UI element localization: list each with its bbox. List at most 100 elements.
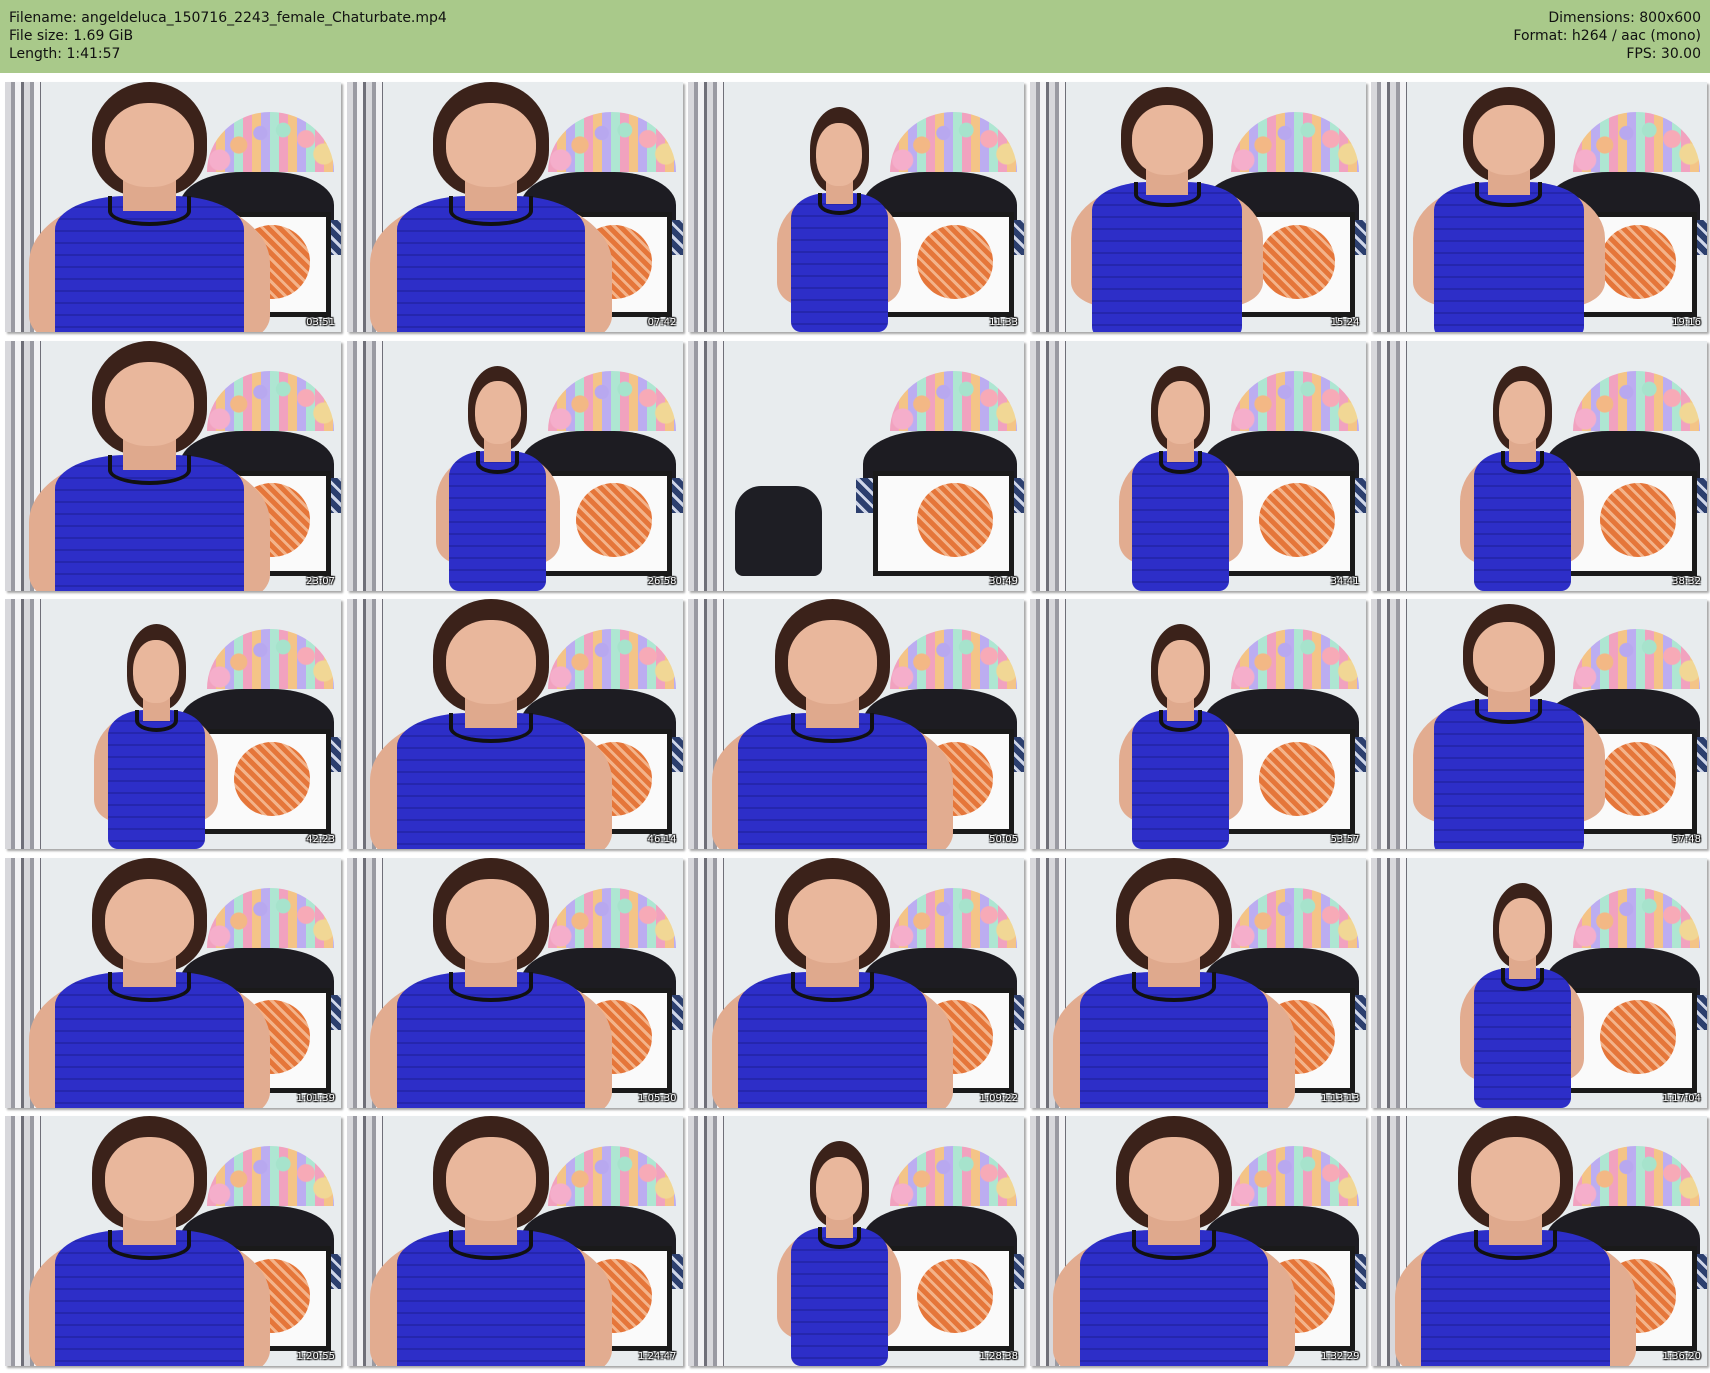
pie-drawing <box>234 741 311 816</box>
pie-drawing <box>917 1258 994 1333</box>
person-figure <box>360 857 622 1108</box>
video-thumbnail[interactable]: 30:49 <box>688 340 1024 591</box>
curtain <box>1371 340 1407 591</box>
thumbnail-image <box>5 82 341 332</box>
person-figure <box>1043 857 1305 1108</box>
thumbnail-timestamp: 50:05 <box>989 834 1018 845</box>
thumbnail-timestamp: 1:13:13 <box>1320 1092 1360 1104</box>
person-figure <box>18 857 280 1108</box>
thumbnail-timestamp: 42:23 <box>306 834 335 845</box>
video-thumbnail[interactable]: 1:13:13 <box>1029 857 1366 1108</box>
video-thumbnail[interactable]: 34:41 <box>1029 340 1366 591</box>
filename-label: Filename: angeldeluca_150716_2243_female… <box>9 10 447 26</box>
thumbnail-image <box>5 340 341 591</box>
thumbnail-image <box>346 1116 683 1366</box>
video-thumbnail[interactable]: 42:23 <box>5 599 341 849</box>
thumbnail-timestamp: 53:57 <box>1330 834 1360 845</box>
heart-wall-decor <box>1231 370 1359 431</box>
video-thumbnail[interactable]: 1:01:39 <box>5 857 341 1108</box>
person-figure <box>701 857 963 1108</box>
person-figure <box>772 1141 906 1366</box>
video-thumbnail[interactable]: 1:28:38 <box>688 1116 1024 1366</box>
thumbnail-image <box>1029 599 1366 849</box>
dimensions-label: Dimensions: 800x600 <box>1548 10 1701 26</box>
curtain <box>1029 82 1066 332</box>
thumbnail-timestamp: 46:14 <box>647 834 677 845</box>
thumbnail-image <box>346 857 683 1108</box>
thumbnail-image <box>1029 340 1366 591</box>
thumbnail-timestamp: 15:24 <box>1330 317 1360 328</box>
heart-wall-decor <box>889 112 1018 172</box>
video-thumbnail[interactable]: 11:33 <box>688 82 1024 332</box>
curtain <box>688 1116 724 1366</box>
chair <box>735 485 823 576</box>
video-thumbnail[interactable]: 38:32 <box>1371 340 1707 591</box>
video-thumbnail[interactable]: 46:14 <box>346 599 683 849</box>
person-figure <box>360 82 622 332</box>
pie-drawing <box>917 224 994 299</box>
thumbnail-image <box>1371 340 1707 591</box>
thumbnail-image <box>1029 857 1366 1108</box>
video-thumbnail[interactable]: 53:57 <box>1029 599 1366 849</box>
person-figure <box>701 599 963 849</box>
thumbnail-timestamp: 19:16 <box>1672 317 1701 328</box>
thumbnail-image <box>346 599 683 849</box>
video-thumbnail[interactable]: 1:32:29 <box>1029 1116 1366 1366</box>
person-figure <box>1063 87 1271 332</box>
thumbnail-timestamp: 03:51 <box>306 317 335 328</box>
thumbnail-image <box>346 340 683 591</box>
file-info-right: Dimensions: 800x600 Format: h264 / aac (… <box>1513 9 1701 63</box>
thumbnail-image <box>5 857 341 1108</box>
curtain <box>1371 599 1407 849</box>
thumbnail-timestamp: 1:32:29 <box>1320 1351 1360 1362</box>
video-thumbnail[interactable]: 03:51 <box>5 82 341 332</box>
thumbnail-timestamp: 38:32 <box>1672 575 1701 587</box>
format-label: Format: h264 / aac (mono) <box>1513 28 1701 44</box>
video-thumbnail[interactable]: 1:05:30 <box>346 857 683 1108</box>
thumbnail-image <box>5 599 341 849</box>
video-thumbnail[interactable]: 1:09:22 <box>688 857 1024 1108</box>
pie-drawing <box>1258 483 1335 558</box>
heart-wall-decor <box>548 370 676 431</box>
curtain <box>688 82 724 332</box>
thumbnail-image <box>1029 82 1366 332</box>
thumbnail-image <box>688 1116 1024 1366</box>
thumbnail-timestamp: 57:48 <box>1672 834 1701 845</box>
video-thumbnail[interactable]: 50:05 <box>688 599 1024 849</box>
curtain <box>5 599 41 849</box>
whiteboard-sign <box>872 470 1014 576</box>
video-thumbnail[interactable]: 1:17:04 <box>1371 857 1707 1108</box>
video-thumbnail[interactable]: 57:48 <box>1371 599 1707 849</box>
thumbnail-timestamp: 11:33 <box>989 317 1018 328</box>
thumbnail-timestamp: 07:42 <box>647 317 677 328</box>
person-figure <box>1043 1116 1305 1366</box>
file-info-left: Filename: angeldeluca_150716_2243_female… <box>9 9 447 63</box>
heart-wall-decor <box>206 629 335 689</box>
pie-drawing <box>1258 741 1335 816</box>
person-figure <box>1405 604 1613 849</box>
thumbnail-image <box>688 340 1024 591</box>
thumbnail-image <box>688 82 1024 332</box>
person-figure <box>1405 87 1613 332</box>
thumbnail-timestamp: 1:17:04 <box>1662 1092 1701 1104</box>
thumbnail-grid: 03:51 07:42 11:33 15:24 19:16 23:07 26:58 30:49… <box>5 82 1707 1367</box>
video-thumbnail[interactable]: 26:58 <box>346 340 683 591</box>
curtain <box>1371 82 1407 332</box>
person-figure <box>1114 365 1248 591</box>
pie-drawing <box>1600 1000 1677 1075</box>
video-thumbnail[interactable]: 1:24:47 <box>346 1116 683 1366</box>
person-figure <box>431 365 565 591</box>
thumbnail-timestamp: 30:49 <box>989 575 1018 587</box>
pie-drawing <box>1600 483 1677 558</box>
video-thumbnail[interactable]: 19:16 <box>1371 82 1707 332</box>
video-thumbnail[interactable]: 1:20:55 <box>5 1116 341 1366</box>
video-thumbnail[interactable]: 23:07 <box>5 340 341 591</box>
thumbnail-timestamp: 1:05:30 <box>637 1092 677 1104</box>
heart-wall-decor <box>889 370 1018 431</box>
video-thumbnail[interactable]: 15:24 <box>1029 82 1366 332</box>
video-thumbnail[interactable]: 07:42 <box>346 82 683 332</box>
thumbnail-image <box>688 857 1024 1108</box>
thumbnail-image <box>1371 599 1707 849</box>
video-thumbnail[interactable]: 1:36:20 <box>1371 1116 1707 1366</box>
pie-drawing <box>917 483 994 558</box>
